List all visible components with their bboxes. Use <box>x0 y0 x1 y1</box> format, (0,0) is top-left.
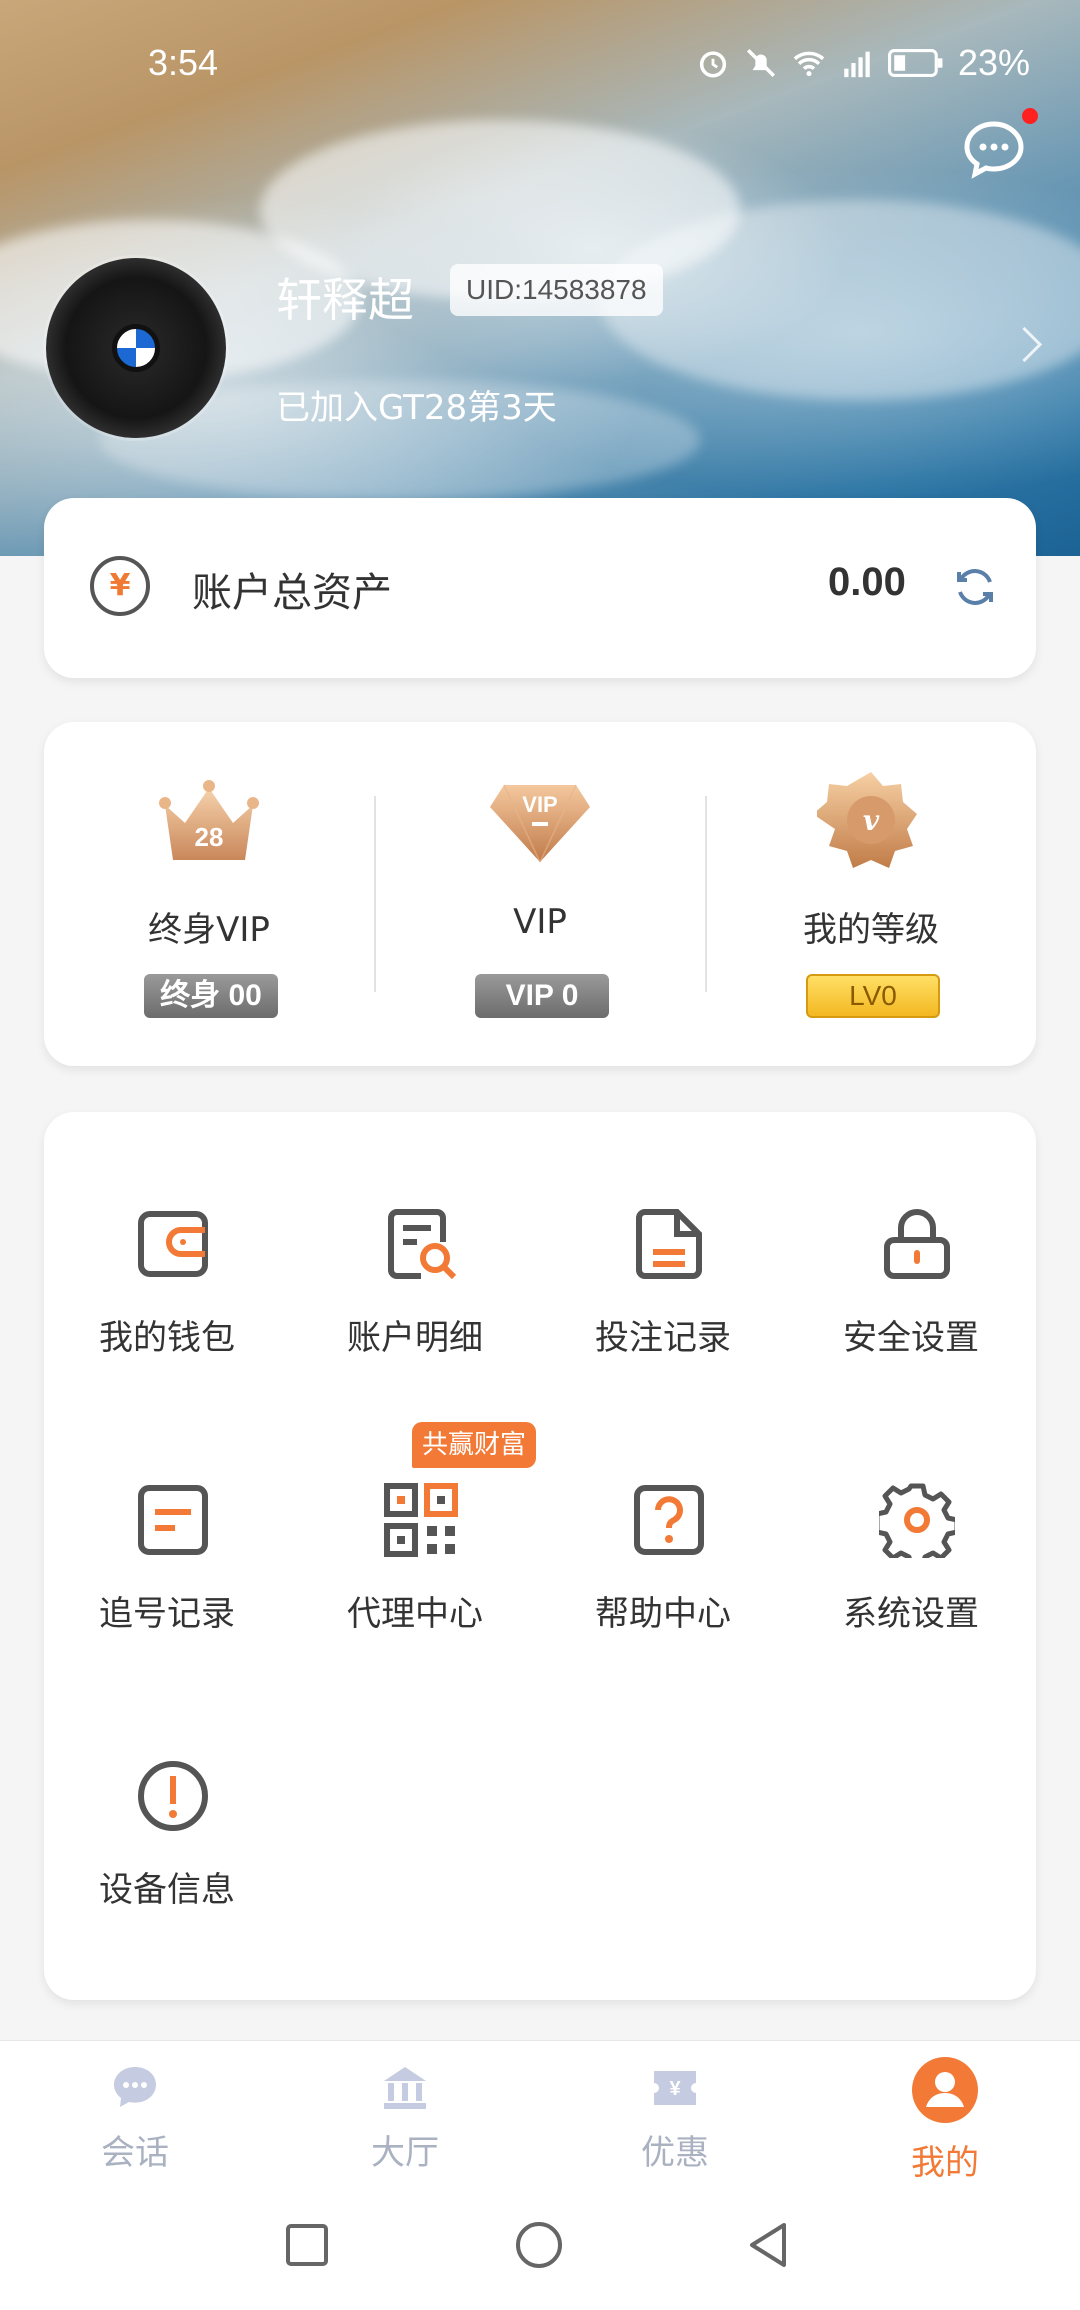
tab-label: 优惠 <box>641 2133 709 2173</box>
tab-chat[interactable]: 会话 <box>0 2041 270 2191</box>
menu-item-label: 追号记录 <box>99 1594 235 1634</box>
avatar[interactable] <box>46 258 226 438</box>
help-icon <box>634 1485 704 1555</box>
mute-icon <box>746 48 775 78</box>
assets-label: 账户总资产 <box>192 570 392 616</box>
chase-record-icon <box>138 1485 208 1555</box>
user-uid: UID:14583878 <box>450 264 663 316</box>
alarm-icon <box>699 51 727 78</box>
profile-header: 3:54 23% 轩释超 UID:14583878 已加入GT28第3天 <box>0 0 1080 556</box>
bmw-logo-icon <box>112 324 160 372</box>
system-nav-bar <box>0 2190 1080 2310</box>
vip-lifetime[interactable]: 28 终身VIP 终身 00 <box>44 722 374 1066</box>
svg-text:¥: ¥ <box>669 2078 681 2100</box>
joined-days: 已加入GT28第3天 <box>276 388 557 428</box>
info-icon <box>138 1761 208 1831</box>
signal-icon <box>844 51 870 78</box>
vip-card: 28 终身VIP 终身 00 VIP VIP VIP 0 v 我的等级 LV0 <box>44 722 1036 1066</box>
bottom-tab-bar: 会话 大厅 ¥ 优惠 我的 <box>0 2040 1080 2191</box>
menu-item-label: 帮助中心 <box>595 1594 731 1634</box>
status-icons: 23% <box>696 42 1030 84</box>
message-icon[interactable] <box>962 118 1026 182</box>
status-time: 3:54 <box>148 42 219 83</box>
coupon-icon: ¥ <box>654 2071 696 2105</box>
bet-record-icon <box>636 1209 702 1279</box>
level-star-icon: v <box>817 772 917 868</box>
tab-mine[interactable]: 我的 <box>810 2041 1080 2191</box>
user-icon <box>912 2057 978 2123</box>
yen-icon: ¥ <box>90 556 150 616</box>
wallet-icon <box>138 1211 208 1277</box>
menu-item-label: 设备信息 <box>99 1870 235 1910</box>
svg-text:28: 28 <box>195 822 224 852</box>
vip-diamond-icon: VIP <box>490 784 590 863</box>
tab-hall[interactable]: 大厅 <box>270 2041 540 2191</box>
menu-item-label: 代理中心 <box>347 1594 483 1634</box>
menu-item-help-center[interactable]: 帮助中心 <box>540 1482 786 1662</box>
battery-icon <box>887 49 943 77</box>
vip-normal-tag: VIP 0 <box>475 974 609 1018</box>
vip-normal[interactable]: VIP VIP VIP 0 <box>375 722 705 1066</box>
menu-item-label: 投注记录 <box>595 1318 731 1358</box>
tab-label: 大厅 <box>371 2133 439 2173</box>
menu-item-security[interactable]: 安全设置 <box>788 1206 1034 1386</box>
menu-item-account-detail[interactable]: 账户明细 <box>292 1206 538 1386</box>
vip-normal-label: VIP <box>513 902 567 942</box>
lock-icon <box>884 1209 950 1279</box>
menu-item-label: 系统设置 <box>843 1594 979 1634</box>
menu-card: 我的钱包 账户明细 投注记录 安全设置 追号记录 代理中心 共赢财富 帮助中心 … <box>44 1112 1036 2000</box>
hall-icon <box>384 2067 426 2109</box>
tab-promotions[interactable]: ¥ 优惠 <box>540 2041 810 2191</box>
my-level-label: 我的等级 <box>803 910 939 950</box>
assets-value: 0.00 <box>828 560 906 604</box>
menu-item-label: 安全设置 <box>843 1318 979 1358</box>
menu-item-agent-center[interactable]: 代理中心 <box>292 1482 538 1662</box>
assets-card[interactable]: ¥ 账户总资产 0.00 <box>44 498 1036 678</box>
recent-apps-icon[interactable] <box>284 2222 330 2268</box>
svg-text:VIP: VIP <box>522 792 557 817</box>
my-level-tag: LV0 <box>806 974 940 1018</box>
account-detail-icon <box>388 1209 457 1280</box>
vip-lifetime-label: 终身VIP <box>148 910 270 950</box>
menu-item-system-settings[interactable]: 系统设置 <box>788 1482 1034 1662</box>
wave-foam <box>600 200 1080 400</box>
tab-label: 会话 <box>101 2133 169 2173</box>
my-level[interactable]: v 我的等级 LV0 <box>706 722 1036 1066</box>
wifi-icon <box>793 51 825 77</box>
agent-badge: 共赢财富 <box>412 1422 537 1468</box>
user-name: 轩释超 <box>276 273 414 327</box>
menu-item-label: 我的钱包 <box>99 1318 235 1358</box>
menu-item-chase-record[interactable]: 追号记录 <box>44 1482 290 1662</box>
crown-28-icon: 28 <box>159 780 259 860</box>
gear-icon <box>879 1483 955 1558</box>
status-bar: 3:54 23% <box>0 38 1080 88</box>
home-icon[interactable] <box>514 2220 564 2270</box>
menu-item-bet-record[interactable]: 投注记录 <box>540 1206 786 1386</box>
chat-icon <box>114 2067 156 2107</box>
refresh-icon[interactable] <box>950 562 1000 612</box>
svg-text:v: v <box>863 804 880 837</box>
battery-level: 23% <box>957 42 1030 83</box>
back-icon[interactable] <box>744 2220 794 2270</box>
menu-item-label: 账户明细 <box>347 1318 483 1358</box>
tab-label: 我的 <box>911 2143 979 2183</box>
vip-lifetime-tag: 终身 00 <box>144 974 278 1018</box>
qr-code-icon <box>384 1483 458 1557</box>
menu-item-device-info[interactable]: 设备信息 <box>44 1758 290 1938</box>
menu-item-wallet[interactable]: 我的钱包 <box>44 1206 290 1386</box>
notification-dot <box>1022 108 1038 124</box>
